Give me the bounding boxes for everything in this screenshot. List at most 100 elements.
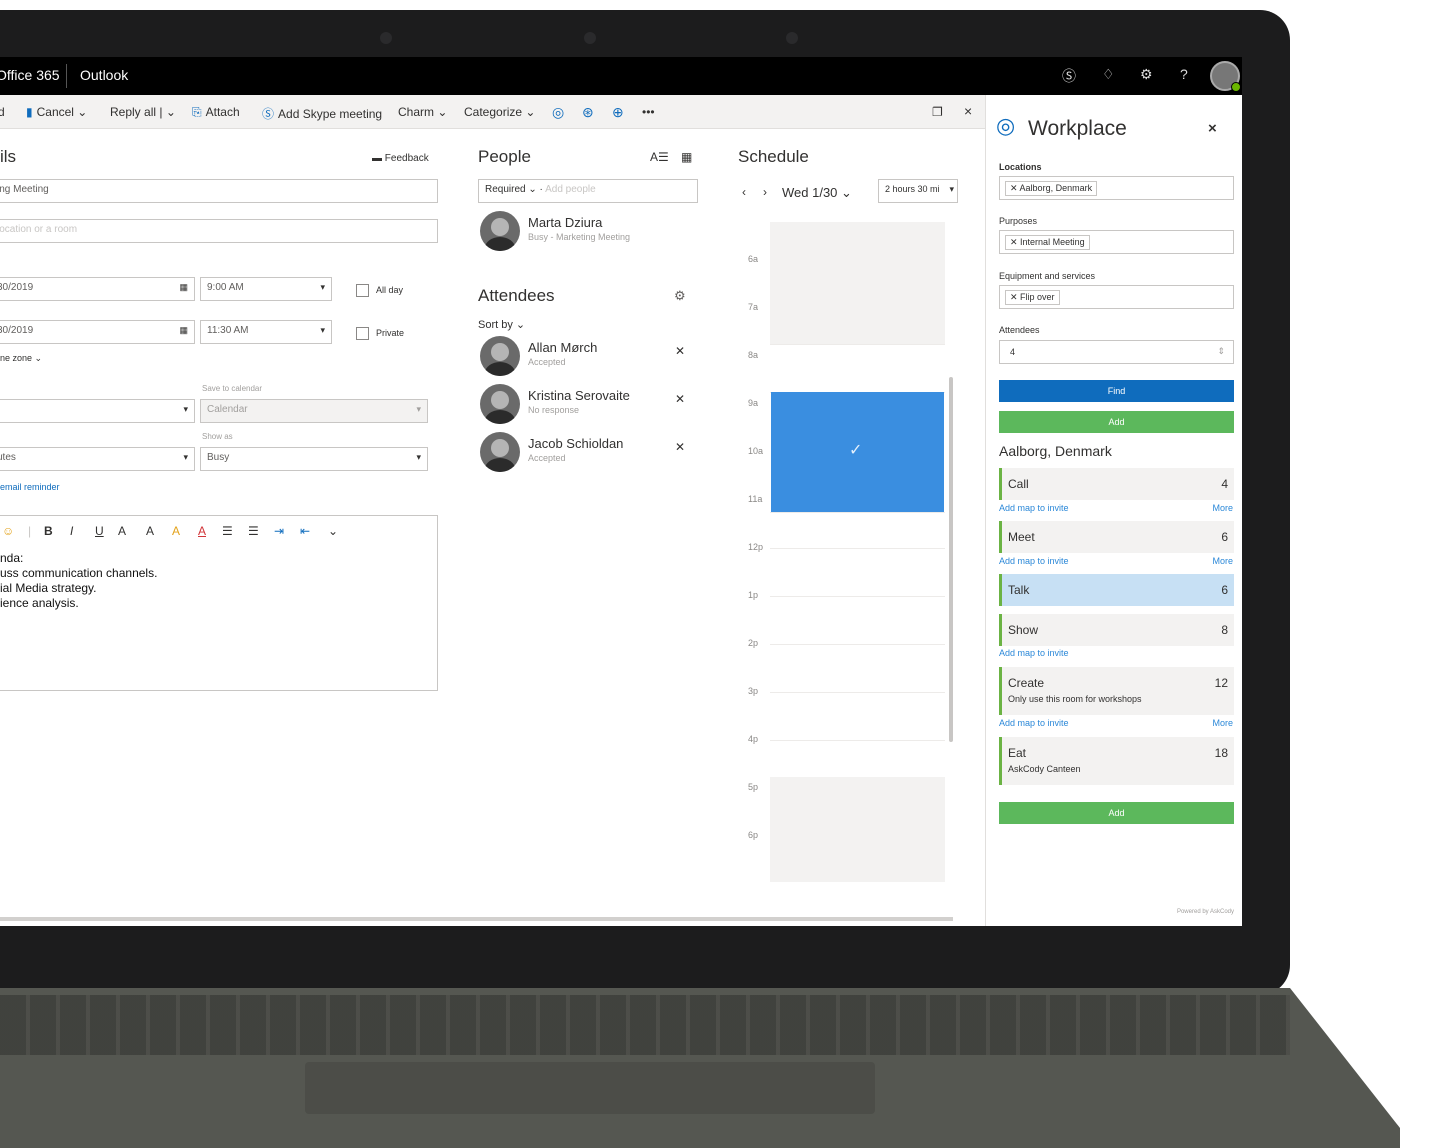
attendee-row[interactable]: Jacob Schioldan Accepted ✕ <box>480 432 695 476</box>
numbering-icon[interactable]: ☰ <box>248 524 259 538</box>
app-name[interactable]: Outlook <box>80 67 128 83</box>
add-map-link[interactable]: Add map to invite <box>999 718 1069 728</box>
skype-icon[interactable]: Ⓢ <box>1062 66 1076 86</box>
room-card[interactable]: Meet 6 <box>999 521 1234 553</box>
add-map-link[interactable]: Add map to invite <box>999 556 1069 566</box>
repeat-select[interactable]: ▾ <box>0 399 195 423</box>
duration-select[interactable]: 2 hours 30 mi ▾ <box>878 179 958 203</box>
underline-icon[interactable]: U <box>95 524 104 538</box>
equipment-tag[interactable]: ✕ Flip over <box>1005 290 1060 305</box>
people-picker[interactable]: Required ⌄ · Add people <box>478 179 698 203</box>
reply-all-button[interactable]: Reply all | ⌄ <box>110 105 176 119</box>
purposes-input[interactable]: ✕ Internal Meeting <box>999 230 1234 254</box>
end-time-field[interactable]: 11:30 AM ▾ <box>200 320 332 344</box>
spinner-icon[interactable]: ⇕ <box>1217 346 1225 357</box>
charm-button[interactable]: Charm ⌄ <box>398 105 447 119</box>
room-card-selected[interactable]: Talk 6 <box>999 574 1234 606</box>
italic-icon[interactable]: I <box>70 524 73 538</box>
show-as-select[interactable]: Busy ▾ <box>200 447 428 471</box>
add-map-link[interactable]: Add map to invite <box>999 648 1069 658</box>
bell-icon[interactable]: ♢ <box>1102 66 1115 83</box>
plus-circle-icon[interactable]: ⊕ <box>612 104 624 121</box>
avatar <box>480 384 520 424</box>
add-people-input[interactable]: Add people <box>545 184 596 195</box>
highlight-icon[interactable]: A <box>172 524 180 538</box>
add-room-button[interactable]: Add <box>999 802 1234 824</box>
subject-input[interactable]: ing Meeting <box>0 179 438 203</box>
avatar[interactable] <box>1210 61 1241 92</box>
hour-line <box>770 644 945 645</box>
room-card[interactable]: Show 8 <box>999 614 1234 646</box>
remove-icon[interactable]: ✕ <box>675 392 685 406</box>
more-button[interactable]: ••• <box>642 105 655 119</box>
close-icon[interactable]: × <box>964 103 972 119</box>
remove-icon[interactable]: ✕ <box>675 440 685 454</box>
more-link[interactable]: More <box>1212 503 1233 513</box>
room-card[interactable]: Eat 18 AskCody Canteen <box>999 737 1234 785</box>
room-card[interactable]: Create 12 Only use this room for worksho… <box>999 667 1234 715</box>
calendar-select[interactable]: Calendar ▾ <box>200 399 428 423</box>
sort-by-button[interactable]: Sort by ⌄ <box>478 318 525 331</box>
help-icon[interactable]: ? <box>1180 66 1188 82</box>
indent-icon[interactable]: ⇥ <box>274 524 284 538</box>
emoji-icon[interactable]: ☺ <box>2 524 14 538</box>
more-formatting-icon[interactable]: ⌄ <box>328 524 338 538</box>
private-label: Private <box>376 328 405 338</box>
more-link[interactable]: More <box>1212 718 1233 728</box>
calendar-icon[interactable]: ▦ <box>179 325 188 336</box>
locations-input[interactable]: ✕ Aalborg, Denmark <box>999 176 1234 200</box>
forward-icon[interactable]: ⊛ <box>582 104 594 121</box>
grow-font-icon[interactable]: A <box>146 524 154 538</box>
add-map-link[interactable]: Add map to invite <box>999 503 1069 513</box>
suite-name[interactable]: Office 365 <box>0 67 60 83</box>
all-day-checkbox[interactable] <box>356 284 369 297</box>
categorize-button[interactable]: Categorize ⌄ <box>464 105 535 119</box>
scheduling-icon[interactable]: ▦ <box>681 150 692 164</box>
next-day-icon[interactable]: › <box>763 185 767 199</box>
attendee-row[interactable]: Allan Mørch Accepted ✕ <box>480 336 695 380</box>
reminder-select[interactable]: utes ▾ <box>0 447 195 471</box>
find-button[interactable]: Find <box>999 380 1234 402</box>
attach-button[interactable]: ⎘ Attach <box>192 105 240 120</box>
room-card[interactable]: Call 4 <box>999 468 1234 500</box>
purpose-tag-label: Internal Meeting <box>1020 237 1085 247</box>
send-button-partial[interactable]: d <box>0 105 5 119</box>
equipment-input[interactable]: ✕ Flip over <box>999 285 1234 309</box>
cancel-button[interactable]: ▮ Cancel ⌄ <box>26 105 87 119</box>
attendee-row[interactable]: Kristina Serovaite No response ✕ <box>480 384 695 428</box>
location-tag[interactable]: ✕ Aalborg, Denmark <box>1005 181 1098 196</box>
location-input[interactable]: location or a room <box>0 219 438 243</box>
email-reminder-link[interactable]: email reminder <box>0 482 60 492</box>
address-book-icon[interactable]: A☰ <box>650 150 669 164</box>
bold-icon[interactable]: B <box>44 524 53 538</box>
close-icon[interactable]: × <box>1208 120 1217 137</box>
attendee-status: No response <box>528 405 580 415</box>
remove-icon[interactable]: ✕ <box>675 344 685 358</box>
font-color-icon[interactable]: A <box>198 524 206 538</box>
gear-icon[interactable]: ⚙ <box>1140 66 1153 83</box>
feedback-button[interactable]: ▬ Feedback <box>372 153 429 164</box>
required-dropdown[interactable]: Required ⌄ · <box>485 184 545 195</box>
font-size-icon[interactable]: A <box>118 524 126 538</box>
horizontal-scrollbar[interactable] <box>0 917 953 921</box>
calendar-icon[interactable]: ▦ <box>179 282 188 293</box>
addin-icon[interactable]: ◎ <box>552 104 564 121</box>
schedule-scrollbar[interactable] <box>949 377 953 742</box>
gear-icon[interactable]: ⚙ <box>674 288 686 304</box>
date-picker[interactable]: Wed 1/30 ⌄ <box>782 185 852 201</box>
add-button[interactable]: Add <box>999 411 1234 433</box>
room-capacity: 4 <box>1221 477 1228 491</box>
private-checkbox[interactable] <box>356 327 369 340</box>
start-time-field[interactable]: 9:00 AM ▾ <box>200 277 332 301</box>
start-date-field[interactable]: 30/2019 ▦ <box>0 277 195 301</box>
skype-meeting-button[interactable]: Ⓢ Add Skype meeting <box>262 105 382 122</box>
purpose-tag[interactable]: ✕ Internal Meeting <box>1005 235 1090 250</box>
attendees-stepper[interactable]: 4 ⇕ <box>999 340 1234 364</box>
outdent-icon[interactable]: ⇤ <box>300 524 310 538</box>
more-link[interactable]: More <box>1212 556 1233 566</box>
prev-day-icon[interactable]: ‹ <box>742 185 746 199</box>
time-zone-toggle[interactable]: ne zone ⌄ <box>0 353 42 364</box>
end-date-field[interactable]: 30/2019 ▦ <box>0 320 195 344</box>
bullets-icon[interactable]: ☰ <box>222 524 233 538</box>
popout-icon[interactable]: ❐ <box>932 105 943 119</box>
